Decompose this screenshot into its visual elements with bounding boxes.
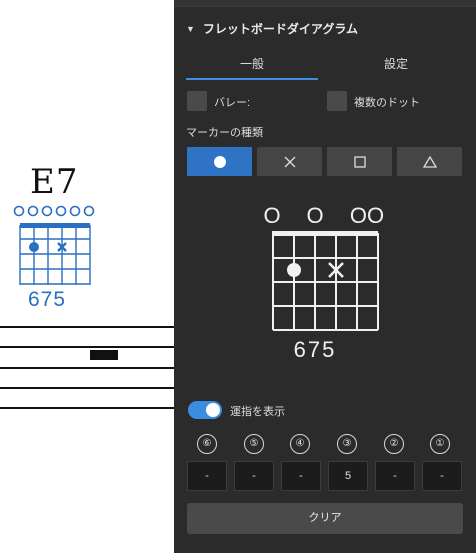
score-open-circle	[41, 205, 53, 217]
string-number-4: ④	[290, 434, 310, 454]
multi-dot-label: 複数のドット	[354, 97, 420, 109]
open-string-marker: O	[306, 203, 323, 228]
marker-square-button[interactable]	[327, 147, 392, 176]
staff-line	[0, 387, 174, 389]
section-title: フレットボードダイアグラム	[202, 22, 358, 36]
dot-marker	[287, 263, 301, 277]
section-header[interactable]: ▼ フレットボードダイアグラム	[186, 20, 358, 37]
fret-field-string-5[interactable]: -	[234, 461, 274, 491]
score-open-circle	[69, 205, 81, 217]
staff-line	[0, 367, 174, 369]
fret-field-string-3[interactable]: 5	[328, 461, 368, 491]
collapse-triangle-icon[interactable]: ▼	[186, 24, 195, 34]
string-number-5: ⑤	[244, 434, 264, 454]
show-fingering-toggle[interactable]	[188, 401, 222, 419]
string-number-2: ②	[384, 434, 404, 454]
tab-general[interactable]: 一般	[186, 54, 318, 80]
barre-label: バレー:	[214, 97, 251, 109]
string-number-1: ①	[430, 434, 450, 454]
fret-field-string-6[interactable]: -	[187, 461, 227, 491]
cross-icon	[284, 156, 295, 167]
fret-field-string-4[interactable]: -	[281, 461, 321, 491]
staff-line	[0, 326, 174, 328]
nut	[272, 231, 378, 236]
marker-triangle-button[interactable]	[397, 147, 462, 176]
whole-rest[interactable]	[90, 350, 118, 360]
toggle-knob	[206, 403, 220, 417]
score-open-circle	[13, 205, 25, 217]
score-dot-marker	[29, 242, 39, 252]
barre-checkbox[interactable]	[187, 91, 207, 111]
score-open-circle	[27, 205, 39, 217]
dot-icon	[213, 155, 226, 168]
diagram-preview[interactable]: O O OO 675	[174, 200, 476, 370]
score-chord-diagram[interactable]	[10, 203, 100, 289]
score-fingering-text: 675	[28, 288, 67, 311]
staff-line	[0, 407, 174, 409]
score-open-circle	[55, 205, 67, 217]
open-string-marker: OO	[350, 203, 384, 228]
square-icon	[353, 155, 366, 168]
tab-settings[interactable]: 設定	[330, 54, 462, 78]
score-open-circle	[83, 205, 95, 217]
score-nut	[20, 223, 90, 228]
marker-type-label: マーカーの種類	[186, 127, 263, 139]
panel-top-border	[174, 0, 476, 7]
show-fingering-label: 運指を表示	[230, 406, 285, 418]
open-string-marker: O	[263, 203, 280, 228]
string-number-6: ⑥	[197, 434, 217, 454]
multi-dot-checkbox[interactable]	[327, 91, 347, 111]
staff-line	[0, 346, 174, 348]
string-number-3: ③	[337, 434, 357, 454]
score-canvas[interactable]: E7 675	[0, 0, 174, 553]
triangle-icon	[422, 155, 437, 168]
diagram-fingering: 675	[294, 337, 337, 362]
fret-field-string-2[interactable]: -	[375, 461, 415, 491]
fret-field-string-1[interactable]: -	[422, 461, 462, 491]
clear-button[interactable]: クリア	[187, 503, 463, 534]
marker-dot-button[interactable]	[187, 147, 252, 176]
properties-panel: ▼ フレットボードダイアグラム 一般 設定 バレー: 複数のドット マーカーの種…	[174, 0, 476, 553]
marker-cross-button[interactable]	[257, 147, 322, 176]
chord-symbol[interactable]: E7	[30, 162, 78, 202]
